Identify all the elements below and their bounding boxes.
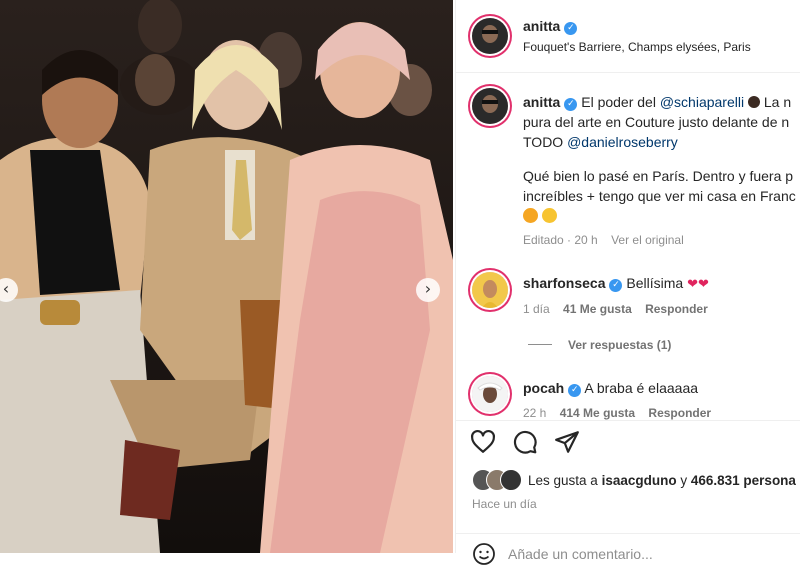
comment-text: Bellísima	[626, 275, 684, 291]
likes-summary: Les gusta a isaacgduno y 466.831 persona	[528, 473, 796, 488]
emoji-icon[interactable]	[472, 542, 496, 571]
avatar[interactable]	[472, 376, 508, 412]
verified-badge-icon: ✓	[564, 22, 578, 35]
likes-count[interactable]: 466.831 persona	[691, 473, 796, 488]
comment: pocah ✓ A braba é elaaaaa	[523, 380, 698, 397]
liked-by-user[interactable]: isaacgduno	[602, 473, 677, 488]
emoji-icon	[541, 208, 557, 223]
comment-icon[interactable]	[512, 429, 538, 460]
comment-likes[interactable]: 41 Me gusta	[563, 302, 632, 316]
comment-username[interactable]: pocah	[523, 380, 564, 396]
avatar[interactable]	[472, 18, 508, 54]
verified-badge-icon: ✓	[564, 98, 578, 111]
caption-line: pura del arte en Couture justo delante d…	[523, 114, 790, 130]
post-photo[interactable]: ‹ ›	[0, 0, 453, 553]
username[interactable]: anitta	[523, 18, 560, 34]
comment-text: A braba é elaaaaa	[584, 380, 699, 396]
post-author[interactable]: anitta ✓	[523, 18, 578, 36]
heart-emoji-icon: ❤	[687, 276, 698, 291]
verified-badge-icon: ✓	[568, 384, 582, 397]
comment-time: 1 día	[523, 302, 550, 316]
edited-time: Editado · 20 h	[523, 233, 598, 247]
likes-conj: y	[680, 473, 688, 488]
emoji-icon	[747, 96, 760, 108]
reply-button[interactable]: Responder	[645, 302, 708, 316]
photo-illustration	[0, 0, 453, 553]
comment-likes[interactable]: 414 Me gusta	[560, 406, 635, 420]
caption-line: anitta ✓ El poder del @schiaparelli La n	[523, 94, 791, 111]
post-actions: Les gusta a isaacgduno y 466.831 persona…	[456, 420, 800, 565]
caption-text: TODO	[523, 134, 564, 150]
add-comment-bar: Añade un comentario...	[456, 533, 800, 565]
share-icon[interactable]	[554, 429, 580, 460]
caption-text: La n	[763, 94, 792, 110]
post-timestamp: Hace un día	[472, 497, 537, 511]
view-replies-label[interactable]: Ver respuestas (1)	[568, 338, 671, 352]
chevron-right-icon[interactable]: ›	[416, 278, 440, 302]
caption-line: Qué bien lo pasé en París. Dentro y fuer…	[523, 168, 794, 184]
avatar	[500, 469, 522, 491]
caption-line: TODO @danielroseberry	[523, 134, 678, 150]
mention-link[interactable]: @danielroseberry	[567, 134, 678, 150]
liked-by-avatars[interactable]	[472, 469, 528, 491]
caption-emojis	[523, 207, 557, 223]
caption-meta: Editado · 20 h Ver el original	[523, 233, 684, 247]
post-details-panel: anitta ✓ Fouquet's Barriere, Champs elysé…	[455, 0, 800, 565]
comment-username[interactable]: sharfonseca	[523, 275, 605, 291]
emoji-icon	[523, 208, 538, 223]
post-header: anitta ✓ Fouquet's Barriere, Champs elysé…	[456, 0, 800, 73]
heart-icon[interactable]	[470, 429, 496, 460]
comment-time: 22 h	[523, 406, 547, 420]
see-original-link[interactable]: Ver el original	[611, 233, 684, 247]
avatar[interactable]	[472, 88, 508, 124]
comment-meta: 1 día 41 Me gusta Responder	[523, 302, 708, 316]
likes-prefix: Les gusta a	[528, 473, 598, 488]
comment-meta: 22 h 414 Me gusta Responder	[523, 406, 711, 420]
verified-badge-icon: ✓	[609, 279, 623, 292]
comment: sharfonseca ✓ Bellísima ❤❤	[523, 275, 709, 292]
mention-link[interactable]: @schiaparelli	[660, 94, 744, 110]
comment-input[interactable]: Añade un comentario...	[508, 546, 653, 562]
avatar[interactable]	[472, 272, 508, 308]
post-location[interactable]: Fouquet's Barriere, Champs elysées, Pari…	[523, 40, 751, 54]
caption-username[interactable]: anitta	[523, 94, 560, 110]
view-replies-button[interactable]: Ver respuestas (1)	[528, 338, 671, 352]
divider	[528, 344, 552, 345]
reply-button[interactable]: Responder	[648, 406, 711, 420]
heart-emoji-icon: ❤	[697, 276, 709, 291]
caption-text: El poder del	[581, 94, 656, 110]
caption-line: increíbles + tengo que ver mi casa en Fr…	[523, 188, 796, 204]
